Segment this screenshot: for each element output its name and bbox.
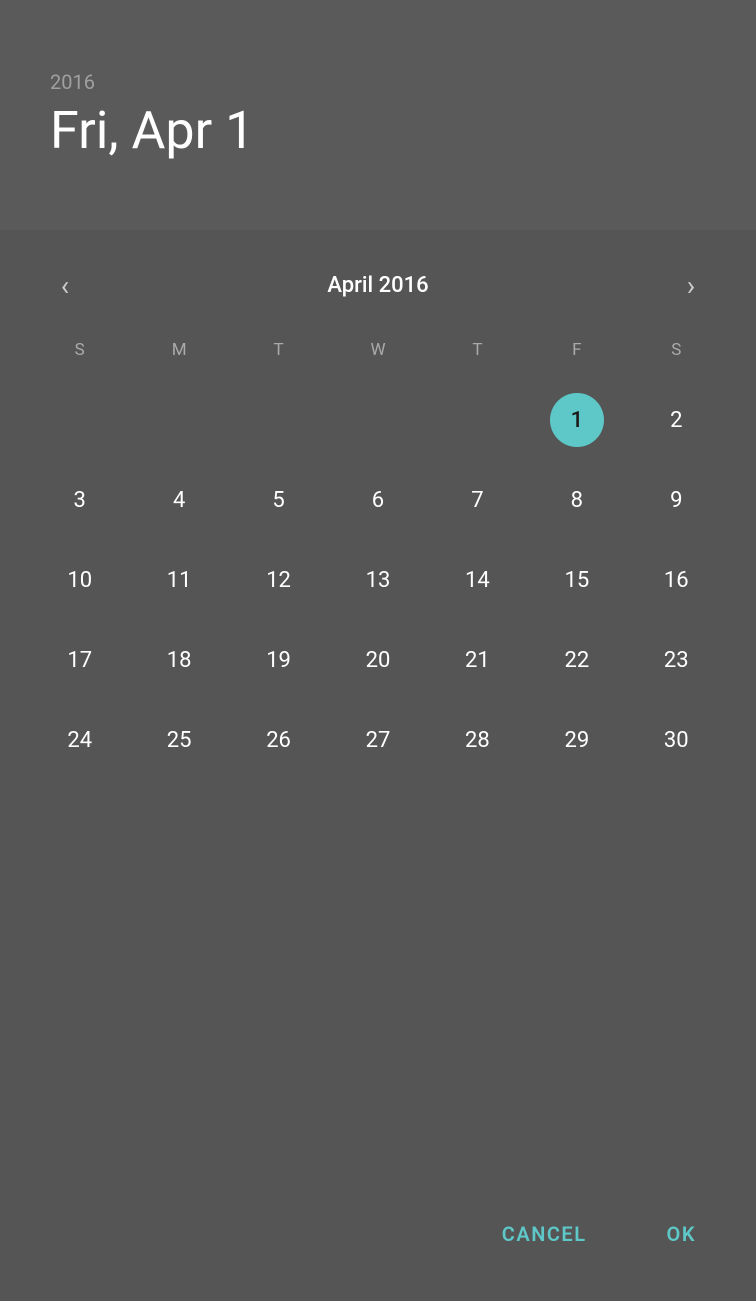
day-cell-22[interactable]: 22 bbox=[527, 620, 626, 700]
day-header-thu: T bbox=[428, 330, 527, 370]
day-number-24: 24 bbox=[53, 713, 107, 767]
day-number-12: 12 bbox=[252, 553, 306, 607]
day-cell-27[interactable]: 27 bbox=[328, 700, 427, 780]
day-cell-23[interactable]: 23 bbox=[627, 620, 726, 700]
day-cell-17[interactable]: 17 bbox=[30, 620, 129, 700]
day-cell-6[interactable]: 6 bbox=[328, 460, 427, 540]
day-cell-19[interactable]: 19 bbox=[229, 620, 328, 700]
day-number-18: 18 bbox=[152, 633, 206, 687]
empty-cell-0-4 bbox=[428, 380, 527, 460]
cancel-button[interactable]: CANCEL bbox=[482, 1207, 607, 1261]
day-cell-9[interactable]: 9 bbox=[627, 460, 726, 540]
day-number-19: 19 bbox=[252, 633, 306, 687]
next-month-button[interactable]: › bbox=[666, 260, 716, 310]
day-header-fri: F bbox=[527, 330, 626, 370]
day-headers-row: S M T W T F S bbox=[30, 330, 726, 370]
day-cell-16[interactable]: 16 bbox=[627, 540, 726, 620]
day-cell-8[interactable]: 8 bbox=[527, 460, 626, 540]
calendar-grid: 1234567891011121314151617181920212223242… bbox=[30, 380, 726, 780]
day-header-mon: M bbox=[129, 330, 228, 370]
day-cell-30[interactable]: 30 bbox=[627, 700, 726, 780]
day-cell-26[interactable]: 26 bbox=[229, 700, 328, 780]
day-number-3: 3 bbox=[53, 473, 107, 527]
month-year-label: April 2016 bbox=[327, 273, 428, 298]
day-cell-21[interactable]: 21 bbox=[428, 620, 527, 700]
empty-cell-0-3 bbox=[328, 380, 427, 460]
day-header-tue: T bbox=[229, 330, 328, 370]
day-cell-3[interactable]: 3 bbox=[30, 460, 129, 540]
day-number-21: 21 bbox=[450, 633, 504, 687]
day-cell-15[interactable]: 15 bbox=[527, 540, 626, 620]
day-number-23: 23 bbox=[649, 633, 703, 687]
day-cell-25[interactable]: 25 bbox=[129, 700, 228, 780]
day-number-30: 30 bbox=[649, 713, 703, 767]
empty-cell-0-2 bbox=[229, 380, 328, 460]
day-cell-11[interactable]: 11 bbox=[129, 540, 228, 620]
day-number-1: 1 bbox=[550, 393, 604, 447]
day-cell-18[interactable]: 18 bbox=[129, 620, 228, 700]
dialog-footer: CANCEL OK bbox=[0, 1187, 756, 1301]
day-number-10: 10 bbox=[53, 553, 107, 607]
day-cell-10[interactable]: 10 bbox=[30, 540, 129, 620]
day-number-7: 7 bbox=[450, 473, 504, 527]
empty-cell-0-1 bbox=[129, 380, 228, 460]
day-cell-20[interactable]: 20 bbox=[328, 620, 427, 700]
day-number-20: 20 bbox=[351, 633, 405, 687]
day-cell-14[interactable]: 14 bbox=[428, 540, 527, 620]
day-number-17: 17 bbox=[53, 633, 107, 687]
day-number-22: 22 bbox=[550, 633, 604, 687]
day-number-15: 15 bbox=[550, 553, 604, 607]
day-cell-28[interactable]: 28 bbox=[428, 700, 527, 780]
day-number-13: 13 bbox=[351, 553, 405, 607]
empty-cell-0-0 bbox=[30, 380, 129, 460]
date-picker-dialog: 2016 Fri, Apr 1 ‹ April 2016 › S M T W T… bbox=[0, 0, 756, 1301]
month-navigation: ‹ April 2016 › bbox=[30, 250, 726, 330]
header-date: Fri, Apr 1 bbox=[50, 102, 706, 159]
day-cell-2[interactable]: 2 bbox=[627, 380, 726, 460]
day-header-sun: S bbox=[30, 330, 129, 370]
day-number-2: 2 bbox=[649, 393, 703, 447]
day-cell-12[interactable]: 12 bbox=[229, 540, 328, 620]
day-number-9: 9 bbox=[649, 473, 703, 527]
date-picker-header: 2016 Fri, Apr 1 bbox=[0, 0, 756, 230]
day-header-wed: W bbox=[328, 330, 427, 370]
day-number-11: 11 bbox=[152, 553, 206, 607]
day-number-26: 26 bbox=[252, 713, 306, 767]
header-year: 2016 bbox=[50, 70, 706, 94]
day-number-28: 28 bbox=[450, 713, 504, 767]
day-number-25: 25 bbox=[152, 713, 206, 767]
day-number-6: 6 bbox=[351, 473, 405, 527]
day-header-sat: S bbox=[627, 330, 726, 370]
calendar-body: ‹ April 2016 › S M T W T F S 12345678910… bbox=[0, 230, 756, 1187]
day-number-5: 5 bbox=[252, 473, 306, 527]
day-number-8: 8 bbox=[550, 473, 604, 527]
day-number-29: 29 bbox=[550, 713, 604, 767]
day-cell-1[interactable]: 1 bbox=[527, 380, 626, 460]
day-number-4: 4 bbox=[152, 473, 206, 527]
day-number-14: 14 bbox=[450, 553, 504, 607]
day-number-27: 27 bbox=[351, 713, 405, 767]
day-cell-24[interactable]: 24 bbox=[30, 700, 129, 780]
day-cell-5[interactable]: 5 bbox=[229, 460, 328, 540]
day-cell-13[interactable]: 13 bbox=[328, 540, 427, 620]
day-number-16: 16 bbox=[649, 553, 703, 607]
prev-month-button[interactable]: ‹ bbox=[40, 260, 90, 310]
day-cell-4[interactable]: 4 bbox=[129, 460, 228, 540]
day-cell-7[interactable]: 7 bbox=[428, 460, 527, 540]
day-cell-29[interactable]: 29 bbox=[527, 700, 626, 780]
ok-button[interactable]: OK bbox=[647, 1207, 716, 1261]
